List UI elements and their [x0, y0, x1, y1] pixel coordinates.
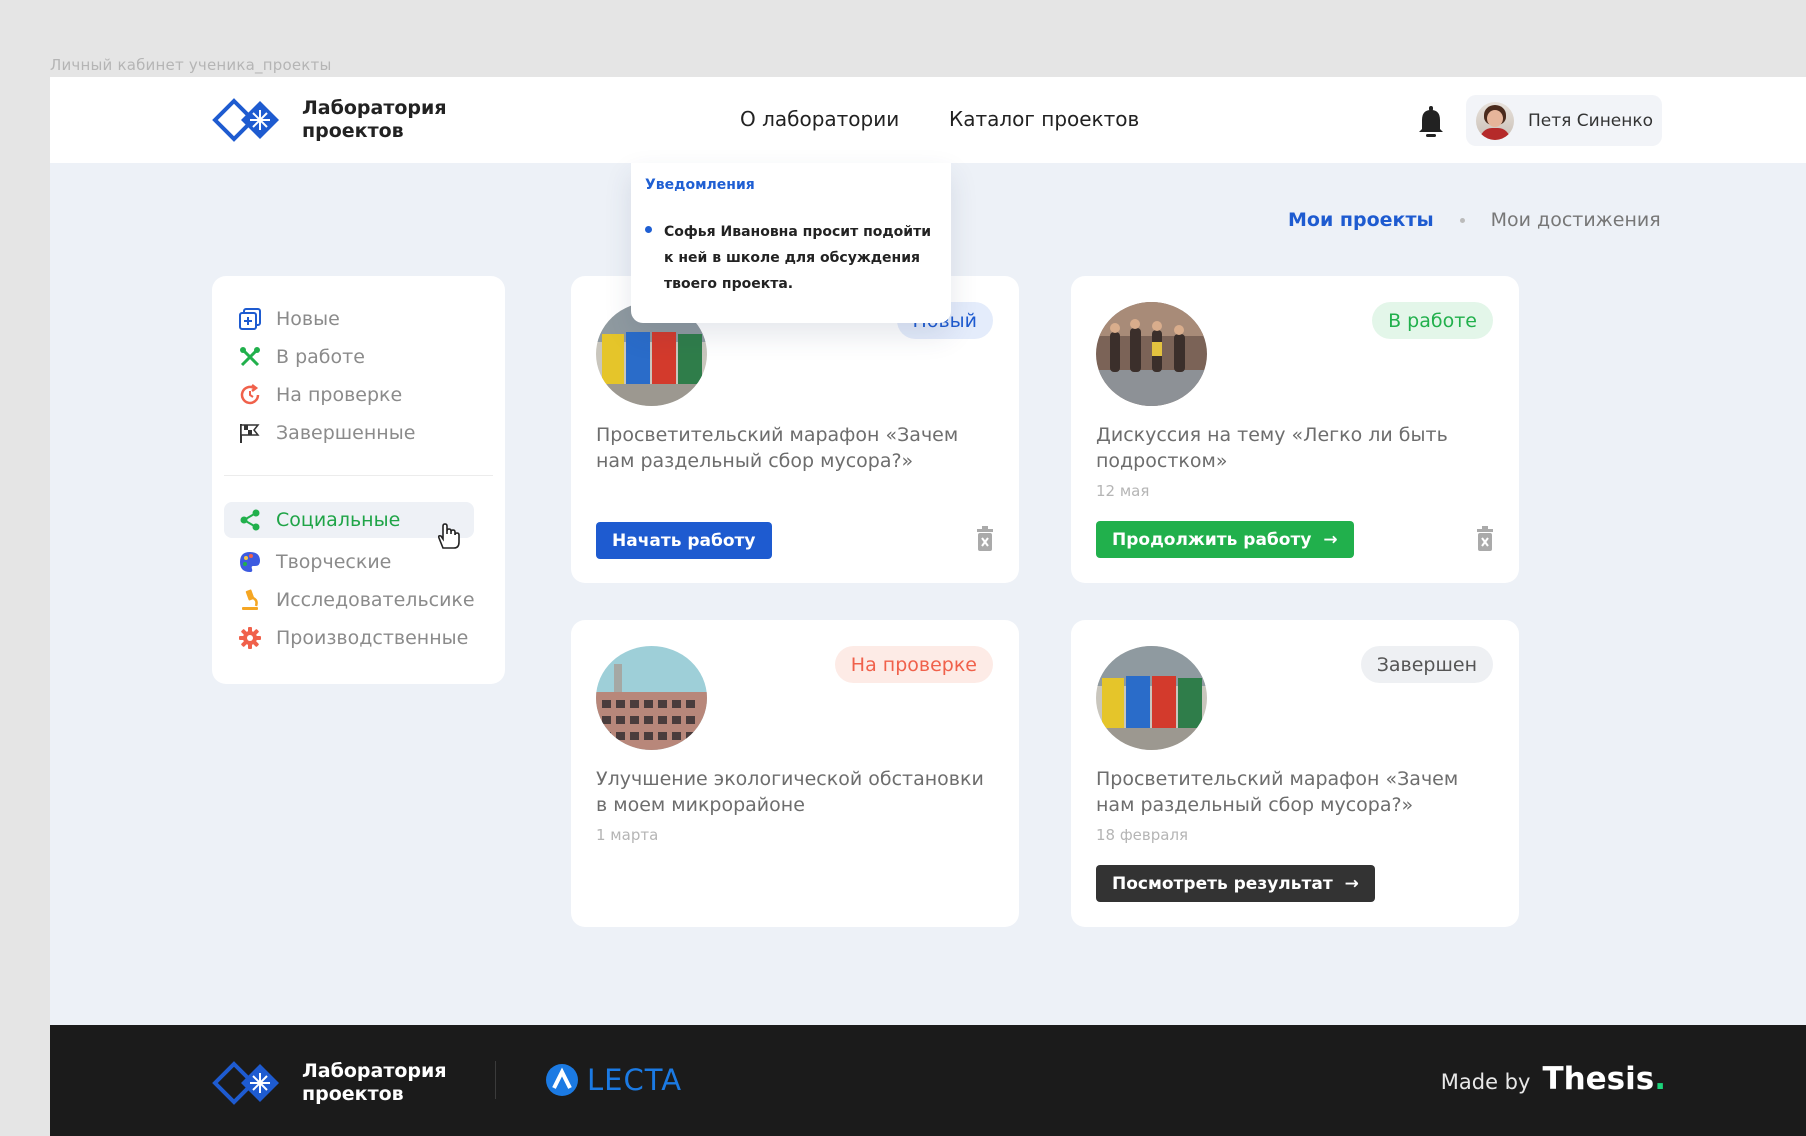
- thesis-logo-text: Thesis.: [1542, 1061, 1666, 1097]
- sidebar-item-creative[interactable]: Творческие: [224, 544, 474, 580]
- avatar: [1476, 101, 1514, 140]
- sidebar-item-research[interactable]: Исследовательсике: [224, 582, 475, 618]
- notification-text: Софья Ивановна просит подойти к ней в шк…: [664, 224, 932, 292]
- continue-work-button[interactable]: Продолжить работу →: [1096, 521, 1354, 558]
- status-badge: В работе: [1372, 302, 1493, 339]
- footer: Лаборатория проектов LECTA Made by Thesi…: [50, 1025, 1806, 1136]
- lab-logo-icon: [212, 98, 279, 142]
- sidebar-item-in-progress[interactable]: В работе: [224, 339, 474, 375]
- project-photo-recycling: [1096, 646, 1207, 750]
- project-date: 12 мая: [1096, 482, 1150, 500]
- sidebar-item-label: Творческие: [276, 551, 392, 573]
- nav-catalog[interactable]: Каталог проектов: [949, 107, 1139, 131]
- frame-label: Личный кабинет ученика_проекты: [50, 56, 332, 74]
- palette-icon: [240, 552, 260, 572]
- tools-icon: [240, 347, 260, 367]
- nav-about[interactable]: О лаборатории: [740, 107, 899, 131]
- notification-item[interactable]: Софья Ивановна просит подойти к ней в шк…: [645, 219, 937, 297]
- brand-logo[interactable]: Лаборатория проектов: [212, 97, 447, 143]
- lecta-icon: [546, 1064, 578, 1096]
- start-work-button[interactable]: Начать работу: [596, 522, 772, 559]
- project-title: Улучшение экологической обстановки в мое…: [596, 768, 984, 816]
- arrow-right-icon: →: [1323, 529, 1338, 550]
- made-by-thesis[interactable]: Made by Thesis.: [1441, 1061, 1666, 1097]
- studio-name: Thesis: [1542, 1061, 1655, 1097]
- trash-icon[interactable]: [975, 526, 995, 552]
- status-badge: На проверке: [834, 646, 993, 683]
- sidebar-item-label: Завершенные: [276, 422, 416, 444]
- button-label: Посмотреть результат: [1112, 873, 1333, 894]
- gear-icon: [239, 627, 261, 649]
- finish-flag-icon: [240, 424, 260, 443]
- button-label: Продолжить работу: [1112, 529, 1312, 550]
- sidebar-item-label: Исследовательсике: [276, 589, 475, 611]
- made-by-label: Made by: [1440, 1070, 1531, 1094]
- footer-brand-title: Лаборатория проектов: [302, 1060, 447, 1105]
- lab-logo-icon: [212, 1061, 279, 1105]
- project-date: 1 марта: [596, 826, 659, 844]
- unread-dot-icon: [645, 226, 652, 233]
- footer-divider: [495, 1061, 496, 1099]
- studio-dot: .: [1654, 1061, 1666, 1097]
- project-tabs: Мои проекты Мои достижения: [1288, 209, 1661, 231]
- project-date: 18 февраля: [1096, 826, 1189, 844]
- project-title: Просветительский марафон «Зачем нам разд…: [1096, 768, 1459, 816]
- share-icon: [240, 509, 260, 531]
- sidebar-item-industrial[interactable]: Производственные: [224, 620, 474, 656]
- footer-brand-logo[interactable]: Лаборатория проектов: [212, 1060, 447, 1106]
- header: Лаборатория проектов О лаборатории Катал…: [50, 77, 1806, 163]
- project-title: Дискуссия на тему «Легко ли быть подрост…: [1096, 424, 1448, 472]
- notifications-title: Уведомления: [645, 177, 755, 193]
- page-frame: Лаборатория проектов О лаборатории Катал…: [50, 77, 1806, 1136]
- button-label: Начать работу: [612, 530, 756, 551]
- brand-title: Лаборатория проектов: [302, 97, 447, 142]
- sidebar-item-label: Производственные: [276, 627, 469, 649]
- plus-square-icon: [239, 308, 261, 330]
- tab-separator: [1459, 217, 1465, 223]
- sidebar-item-completed[interactable]: Завершенные: [224, 415, 474, 451]
- sidebar-item-new[interactable]: Новые: [224, 301, 474, 337]
- status-badge: Завершен: [1360, 646, 1493, 683]
- trash-icon[interactable]: [1475, 526, 1495, 552]
- project-card[interactable]: На проверке Улучшение экологической обст…: [571, 620, 1019, 927]
- project-photo-building: [596, 646, 707, 750]
- lecta-text: LECTA: [587, 1063, 683, 1097]
- tab-my-achievements[interactable]: Мои достижения: [1491, 209, 1661, 231]
- bell-icon[interactable]: [1416, 105, 1446, 139]
- sidebar-item-label: Социальные: [276, 509, 401, 531]
- project-photo-teenagers: [1096, 302, 1207, 406]
- sidebar-item-label: Новые: [276, 308, 340, 330]
- clock-refresh-icon: [240, 384, 260, 405]
- lecta-logo[interactable]: LECTA: [545, 1063, 682, 1097]
- sidebar-divider: [224, 475, 493, 476]
- sidebar-item-label: На проверке: [276, 384, 403, 406]
- project-title: Просветительский марафон «Зачем нам разд…: [596, 424, 959, 472]
- project-card[interactable]: Завершен Просветительский марафон «Зачем…: [1071, 620, 1519, 927]
- sidebar-item-review[interactable]: На проверке: [224, 377, 474, 413]
- microscope-icon: [242, 589, 258, 610]
- user-name: Петя Синенко: [1528, 110, 1654, 131]
- sidebar-item-label: В работе: [276, 346, 365, 368]
- arrow-right-icon: →: [1344, 873, 1359, 894]
- notifications-popup: Уведомления Софья Ивановна просит подойт…: [631, 163, 951, 323]
- view-result-button[interactable]: Посмотреть результат →: [1096, 865, 1375, 902]
- user-menu[interactable]: Петя Синенко: [1466, 95, 1662, 146]
- tab-my-projects[interactable]: Мои проекты: [1288, 209, 1434, 231]
- project-card[interactable]: В работе Дискуссия на тему «Легко ли быт…: [1071, 276, 1519, 583]
- sidebar: Новые В работе На проверке Завершенные С…: [212, 276, 505, 684]
